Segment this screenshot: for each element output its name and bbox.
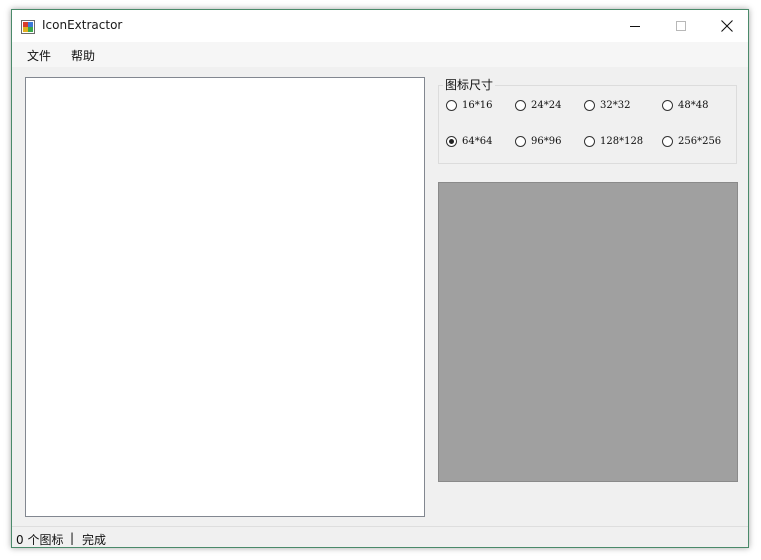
radio-label: 96*96 (531, 136, 562, 147)
radio-size-32[interactable]: 32*32 (584, 100, 630, 111)
radio-size-256[interactable]: 256*256 (662, 136, 721, 147)
radio-size-16[interactable]: 16*16 (446, 100, 492, 111)
status-state: 完成 (82, 533, 107, 547)
radio-size-24[interactable]: 24*24 (515, 100, 561, 111)
menu-help[interactable]: 帮助 (71, 47, 95, 64)
radio-circle[interactable] (446, 100, 457, 111)
close-icon (721, 20, 733, 32)
title-bar[interactable]: IconExtractor (12, 10, 748, 42)
minimize-button[interactable] (612, 10, 658, 42)
radio-label: 48*48 (678, 100, 709, 111)
maximize-button[interactable] (658, 10, 704, 42)
radio-label: 128*128 (600, 136, 644, 147)
radio-circle[interactable] (584, 100, 595, 111)
window-title: IconExtractor (42, 18, 123, 32)
status-bar: 0 个图标 | 完成 (12, 526, 748, 547)
radio-label: 64*64 (462, 136, 493, 147)
radio-label: 256*256 (678, 136, 722, 147)
minimize-icon (629, 21, 641, 32)
icon-list-view[interactable] (25, 77, 425, 517)
maximize-icon (675, 20, 687, 32)
menu-bar: 文件 帮助 (12, 42, 748, 67)
radio-label: 32*32 (600, 100, 631, 111)
icon-size-groupbox (438, 85, 737, 164)
icon-preview-box (438, 182, 738, 482)
radio-circle[interactable] (515, 100, 526, 111)
radio-label: 24*24 (531, 100, 562, 111)
radio-size-96[interactable]: 96*96 (515, 136, 561, 147)
radio-size-64[interactable]: 64*64 (446, 136, 492, 147)
icon-size-group-title: 图标尺寸 (443, 76, 496, 93)
status-icon-count: 0 个图标 (16, 533, 64, 547)
app-icon (21, 19, 35, 34)
radio-circle-selected[interactable] (446, 136, 457, 147)
radio-size-128[interactable]: 128*128 (584, 136, 643, 147)
radio-circle[interactable] (584, 136, 595, 147)
close-button[interactable] (704, 10, 748, 42)
radio-size-48[interactable]: 48*48 (662, 100, 708, 111)
menu-file[interactable]: 文件 (27, 47, 51, 64)
status-separator: | (70, 531, 75, 545)
radio-circle[interactable] (662, 136, 673, 147)
radio-label: 16*16 (462, 100, 493, 111)
radio-circle[interactable] (515, 136, 526, 147)
main-window: IconExtractor 文件 帮助 图标尺寸 16*16 24*24 32*… (11, 9, 749, 548)
radio-circle[interactable] (662, 100, 673, 111)
